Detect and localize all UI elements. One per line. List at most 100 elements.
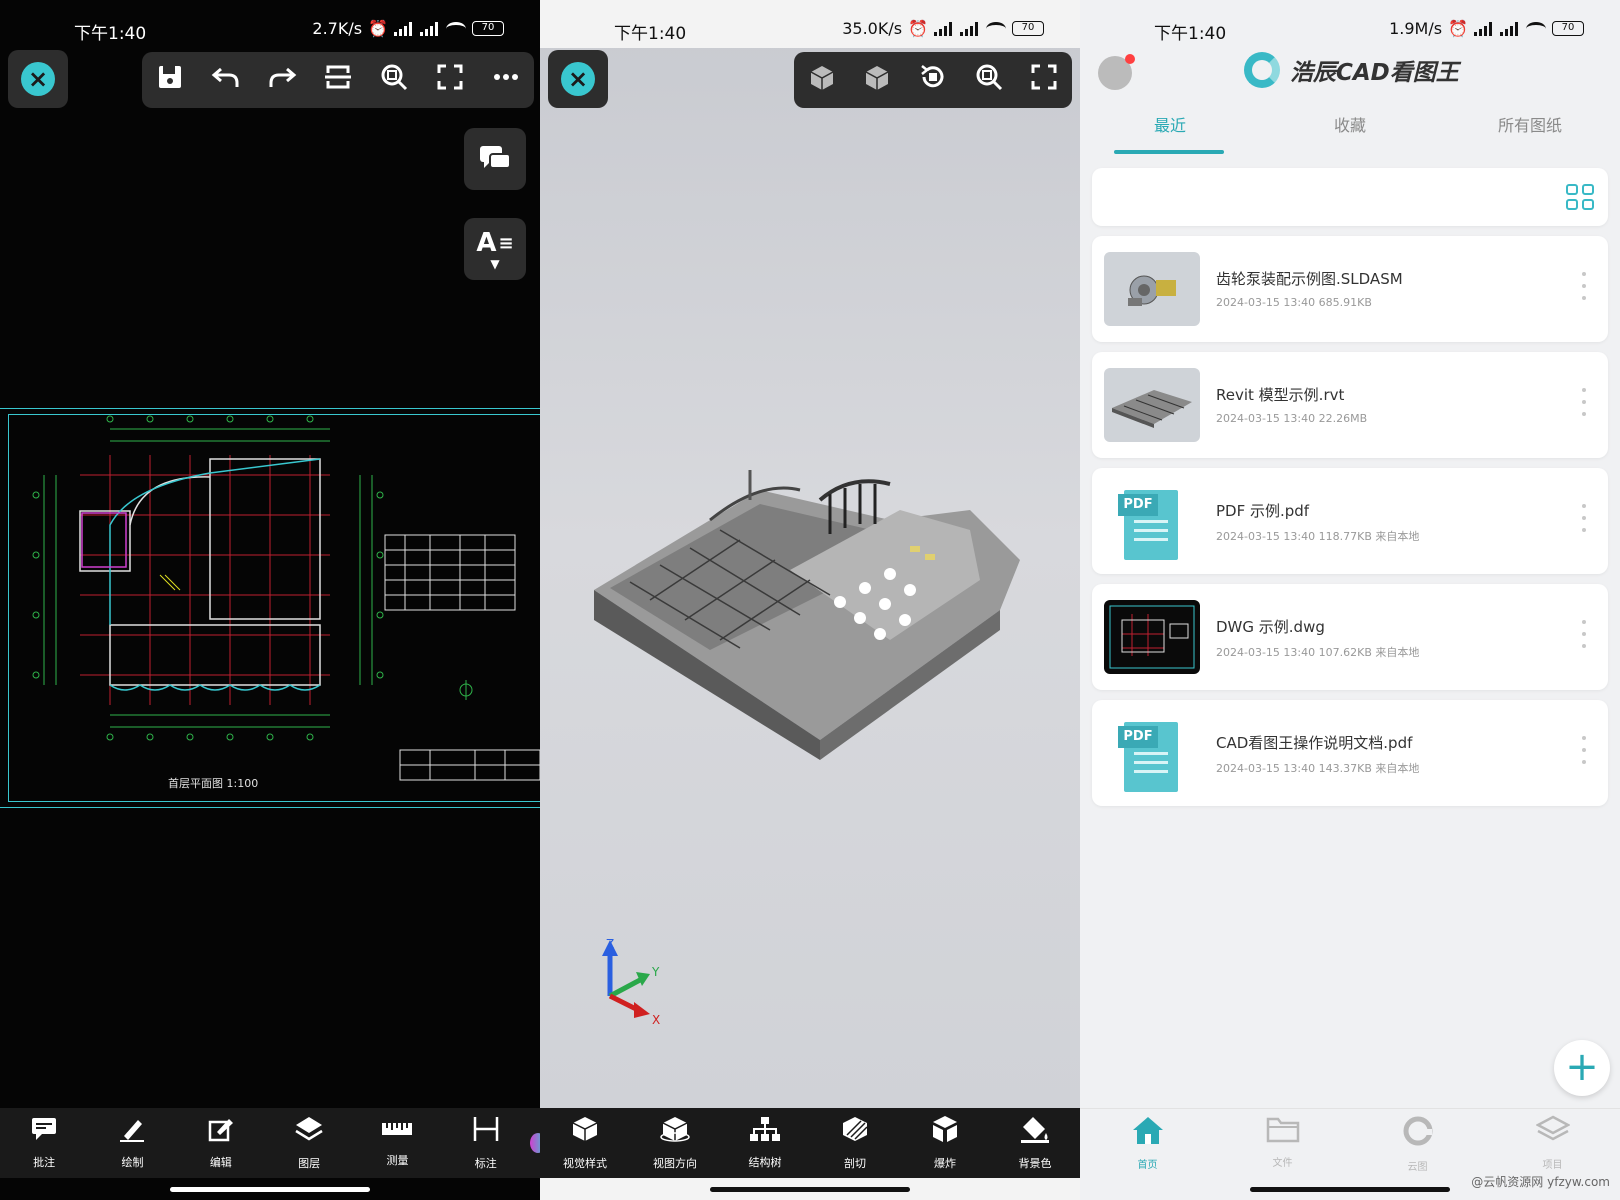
file-item[interactable]: Revit 模型示例.rvt 2024-03-15 13:40 22.26MB (1092, 352, 1608, 458)
file-item[interactable]: PDF PDF 示例.pdf 2024-03-15 13:40 118.77KB… (1092, 468, 1608, 574)
tool-visual-style-label: 视觉样式 (563, 1157, 607, 1170)
tool-explode[interactable]: 爆炸 (900, 1115, 990, 1171)
pdf-file-icon: PDF (1118, 484, 1180, 560)
status-time: 下午1:40 (614, 24, 687, 44)
signal-icon (420, 21, 440, 36)
text-style-icon: A ≡ (476, 228, 514, 258)
pdf-tag: PDF (1118, 494, 1158, 516)
signal-icon (394, 21, 414, 36)
save-icon[interactable] (146, 63, 194, 97)
tool-measure-label: 测量 (386, 1154, 409, 1167)
bottom-toolbar: 批注 绘制 编辑 图层 测量 标注 (0, 1108, 540, 1178)
file-thumbnail (1104, 600, 1200, 674)
tool-structure-tree[interactable]: 结构树 (720, 1116, 810, 1170)
tool-edit[interactable]: 编辑 (177, 1116, 265, 1170)
tool-section-cut-label: 剖切 (844, 1157, 866, 1170)
drawing-title: 首层平面图 1:100 (168, 777, 259, 790)
building-3d-model[interactable] (590, 470, 1030, 760)
home-indicator[interactable] (170, 1187, 370, 1192)
close-icon: × (561, 62, 595, 96)
network-speed: 1.9M/s (1389, 19, 1443, 38)
tool-comment-label: 批注 (33, 1156, 56, 1169)
file-meta: 2024-03-15 13:40 118.77KB 来自本地 (1216, 530, 1420, 543)
section-icon[interactable] (314, 63, 362, 97)
bottom-nav: 首页 文件 云图 项目 (1080, 1108, 1620, 1178)
file-item[interactable]: PDF CAD看图王操作说明文档.pdf 2024-03-15 13:40 14… (1092, 700, 1608, 806)
app-logo-icon (1244, 52, 1280, 88)
folder-icon (1266, 1115, 1300, 1150)
cloud-drawing-icon (1402, 1115, 1434, 1154)
comment-icon (30, 1116, 58, 1148)
tab-all-drawings[interactable]: 所有图纸 (1460, 112, 1600, 136)
status-right: 2.7K/s ⏰ 70 (312, 19, 504, 38)
close-button[interactable]: × (8, 50, 68, 108)
tool-structure-tree-label: 结构树 (748, 1156, 782, 1169)
tool-view-direction[interactable]: 视图方向 (630, 1115, 720, 1171)
nav-home[interactable]: 首页 (1080, 1109, 1215, 1178)
more-vertical-icon[interactable] (1582, 388, 1586, 416)
close-button[interactable]: × (548, 50, 608, 108)
home-indicator[interactable] (1250, 1187, 1450, 1192)
avatar[interactable] (1098, 54, 1135, 90)
tool-draw[interactable]: 绘制 (88, 1116, 176, 1170)
redo-icon[interactable] (258, 63, 306, 97)
network-speed: 2.7K/s (312, 19, 363, 38)
text-style-letter: A (476, 228, 497, 258)
tool-layers[interactable]: 图层 (265, 1115, 353, 1171)
tool-dimension-label: 标注 (474, 1157, 497, 1170)
add-file-button[interactable]: + (1554, 1040, 1610, 1096)
zoom-icon[interactable] (370, 62, 418, 98)
comments-button[interactable] (464, 128, 526, 190)
chevron-down-icon: ▼ (490, 257, 500, 271)
axis-triad: Z Y X (602, 937, 660, 1026)
project-layers-icon (1534, 1115, 1571, 1152)
layers-icon (294, 1115, 324, 1149)
battery-icon: 70 (1552, 21, 1584, 36)
fullscreen-icon[interactable] (1020, 63, 1068, 97)
undo-icon[interactable] (202, 63, 250, 97)
tool-section-cut[interactable]: 剖切 (810, 1115, 900, 1171)
ruler-icon (381, 1118, 413, 1146)
file-meta: 2024-03-15 13:40 22.26MB (1216, 412, 1368, 425)
reset-view-icon[interactable] (909, 62, 957, 98)
status-right: 1.9M/s ⏰ 70 (1389, 19, 1584, 38)
nav-home-label: 首页 (1137, 1160, 1158, 1171)
cube-prev-icon[interactable] (798, 62, 846, 98)
more-vertical-icon[interactable] (1582, 504, 1586, 532)
file-meta: 2024-03-15 13:40 685.91KB (1216, 296, 1372, 309)
top-toolbar (142, 52, 534, 108)
tool-comment[interactable]: 批注 (0, 1116, 88, 1170)
file-name: PDF 示例.pdf (1216, 502, 1310, 520)
tool-visual-style[interactable]: 视觉样式 (540, 1115, 630, 1171)
grid-view-icon[interactable] (1566, 184, 1594, 210)
tool-measure[interactable]: 测量 (353, 1118, 441, 1168)
zoom-icon[interactable] (965, 62, 1013, 98)
floor-plan-drawing (32, 415, 540, 781)
file-item[interactable]: DWG 示例.dwg 2024-03-15 13:40 107.62KB 来自本… (1092, 584, 1608, 690)
file-thumbnail (1104, 368, 1200, 442)
more-tools-peek-icon[interactable] (529, 1133, 540, 1153)
fullscreen-icon[interactable] (426, 63, 474, 97)
more-vertical-icon[interactable] (1582, 272, 1586, 300)
more-vertical-icon[interactable] (1582, 736, 1586, 764)
cube-next-icon[interactable] (853, 62, 901, 98)
tab-favorites[interactable]: 收藏 (1280, 112, 1420, 136)
nav-project[interactable]: 项目 (1485, 1109, 1620, 1178)
more-vertical-icon[interactable] (1582, 620, 1586, 648)
text-style-button[interactable]: A ≡ ▼ (464, 218, 526, 280)
nav-cloud-label: 云图 (1407, 1162, 1428, 1173)
tool-dimension[interactable]: 标注 (442, 1115, 530, 1171)
status-right: 35.0K/s ⏰ 70 (842, 19, 1044, 38)
nav-project-label: 项目 (1542, 1160, 1563, 1171)
tool-layers-label: 图层 (298, 1157, 321, 1170)
nav-cloud[interactable]: 云图 (1350, 1109, 1485, 1178)
tab-recent[interactable]: 最近 (1100, 112, 1240, 136)
nav-files[interactable]: 文件 (1215, 1109, 1350, 1178)
file-item[interactable]: 齿轮泵装配示例图.SLDASM 2024-03-15 13:40 685.91K… (1092, 236, 1608, 342)
home-indicator[interactable] (710, 1187, 910, 1192)
tool-explode-label: 爆炸 (934, 1157, 956, 1170)
tool-background-color[interactable]: 背景色 (990, 1115, 1080, 1171)
cube-icon (571, 1115, 599, 1149)
more-icon[interactable] (482, 63, 530, 97)
axis-y-label: Y (651, 965, 660, 979)
